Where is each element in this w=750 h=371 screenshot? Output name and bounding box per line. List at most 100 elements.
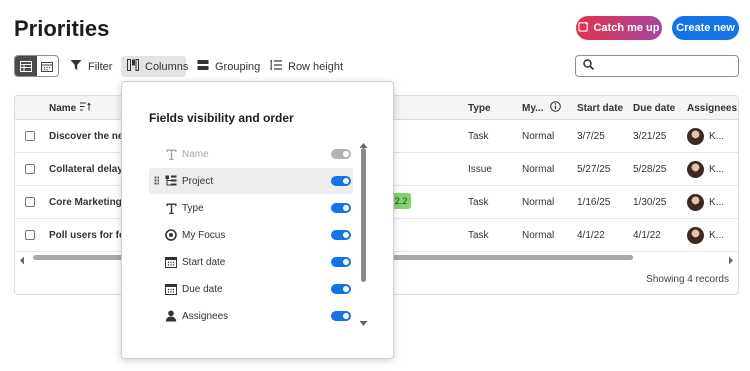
- assignee-label: K...: [709, 131, 725, 142]
- calendar-view-icon[interactable]: [37, 56, 59, 76]
- row-assignee[interactable]: K...: [687, 219, 724, 252]
- grouping-button[interactable]: Grouping: [191, 56, 266, 77]
- filter-button[interactable]: Filter: [64, 56, 118, 77]
- calendar-icon: [165, 256, 177, 268]
- column-header-name[interactable]: Name: [49, 96, 92, 120]
- field-row-type[interactable]: Type: [149, 195, 353, 221]
- drag-handle-icon[interactable]: [154, 176, 159, 185]
- field-row-name: Name: [149, 141, 353, 167]
- row-focus: Normal: [522, 164, 555, 175]
- column-header-my-focus-label: My...: [522, 102, 544, 114]
- field-row-due-date[interactable]: Due date: [149, 276, 353, 302]
- popover-scrollbar[interactable]: [358, 136, 368, 332]
- field-visibility-toggle[interactable]: [331, 176, 351, 186]
- search-input[interactable]: [575, 55, 739, 77]
- field-label: Type: [182, 202, 204, 214]
- field-label: Assignees: [182, 310, 229, 322]
- row-start-date: 1/16/25: [577, 197, 611, 208]
- grouping-icon: [197, 59, 209, 74]
- column-header-name-label: Name: [49, 102, 77, 114]
- column-header-type[interactable]: Type: [468, 96, 491, 120]
- column-header-my-focus[interactable]: My...: [522, 96, 562, 120]
- row-assignee[interactable]: K...: [687, 153, 724, 186]
- field-visibility-toggle: [331, 149, 351, 159]
- column-header-start-date[interactable]: Start date: [577, 96, 623, 120]
- grouping-label: Grouping: [215, 60, 261, 73]
- field-visibility-toggle[interactable]: [331, 257, 351, 267]
- avatar: [687, 194, 704, 211]
- page-title: Priorities: [14, 16, 110, 41]
- create-new-button[interactable]: Create new: [672, 16, 739, 40]
- scroll-left-icon[interactable]: [19, 252, 25, 270]
- row-type: Task: [468, 131, 489, 142]
- text-icon: [165, 148, 177, 160]
- field-visibility-toggle[interactable]: [331, 230, 351, 240]
- row-checkbox[interactable]: [25, 131, 35, 141]
- person-icon: [165, 310, 177, 322]
- filter-icon: [70, 59, 82, 74]
- row-name[interactable]: Collateral delayed: [49, 153, 121, 186]
- column-header-due-date[interactable]: Due date: [633, 96, 675, 120]
- column-header-assignees[interactable]: Assignees: [687, 96, 737, 120]
- project-status-pill: 2.2: [391, 193, 411, 209]
- info-icon[interactable]: [550, 101, 562, 115]
- avatar: [687, 128, 704, 145]
- popover-scroll-thumb[interactable]: [361, 148, 366, 282]
- row-focus: Normal: [522, 197, 555, 208]
- row-name[interactable]: Core Marketing Te: [49, 186, 121, 219]
- row-name[interactable]: Discover the new: [49, 120, 121, 153]
- focus-icon: [165, 229, 177, 241]
- field-visibility-toggle[interactable]: [331, 203, 351, 213]
- scroll-right-icon[interactable]: [728, 252, 734, 270]
- popover-title: Fields visibility and order: [149, 111, 294, 125]
- row-checkbox[interactable]: [25, 197, 35, 207]
- assignee-label: K...: [709, 230, 725, 241]
- assignee-label: K...: [709, 164, 725, 175]
- field-row-start-date[interactable]: Start date: [149, 249, 353, 275]
- filter-label: Filter: [88, 60, 113, 73]
- row-due-date: 3/21/25: [633, 131, 667, 142]
- catch-me-up-label: Catch me up: [593, 22, 660, 34]
- row-height-label: Row height: [288, 60, 344, 73]
- record-count: Showing 4 records: [646, 274, 729, 285]
- field-label: Start date: [182, 256, 226, 268]
- row-start-date: 3/7/25: [577, 131, 605, 142]
- project-icon: [165, 175, 177, 187]
- field-visibility-toggle[interactable]: [331, 311, 351, 321]
- row-type: Task: [468, 197, 489, 208]
- sparkle-calendar-icon: [578, 21, 589, 35]
- text-icon: [165, 202, 177, 214]
- field-visibility-toggle[interactable]: [331, 284, 351, 294]
- field-label: Due date: [182, 283, 223, 295]
- row-height-icon: [270, 59, 282, 74]
- search-icon: [583, 57, 595, 75]
- field-row-project[interactable]: Project: [149, 168, 353, 194]
- table-view-icon[interactable]: [15, 56, 37, 76]
- row-due-date: 5/28/25: [633, 164, 667, 175]
- columns-button[interactable]: Columns: [121, 56, 188, 77]
- row-assignee[interactable]: K...: [687, 120, 724, 153]
- assignee-label: K...: [709, 197, 725, 208]
- row-checkbox[interactable]: [25, 230, 35, 240]
- row-assignee[interactable]: K...: [687, 186, 724, 219]
- field-row-assignees[interactable]: Assignees: [149, 303, 353, 329]
- row-height-button[interactable]: Row height: [264, 56, 349, 77]
- field-label: Name: [182, 148, 209, 160]
- row-focus: Normal: [522, 230, 555, 241]
- row-type: Task: [468, 230, 489, 241]
- avatar: [687, 161, 704, 178]
- sort-icon[interactable]: [80, 102, 92, 114]
- row-start-date: 4/1/22: [577, 230, 605, 241]
- field-label: My Focus: [182, 229, 226, 241]
- field-row-my-focus[interactable]: My Focus: [149, 222, 353, 248]
- catch-me-up-button[interactable]: Catch me up: [576, 16, 662, 40]
- row-start-date: 5/27/25: [577, 164, 611, 175]
- view-switcher[interactable]: [14, 55, 59, 77]
- scroll-down-icon[interactable]: [359, 314, 368, 332]
- row-due-date: 1/30/25: [633, 197, 667, 208]
- avatar: [687, 227, 704, 244]
- row-name[interactable]: Poll users for feed: [49, 219, 121, 252]
- columns-popover: Fields visibility and order Name Project…: [121, 81, 394, 359]
- columns-icon: [127, 59, 139, 74]
- row-checkbox[interactable]: [25, 164, 35, 174]
